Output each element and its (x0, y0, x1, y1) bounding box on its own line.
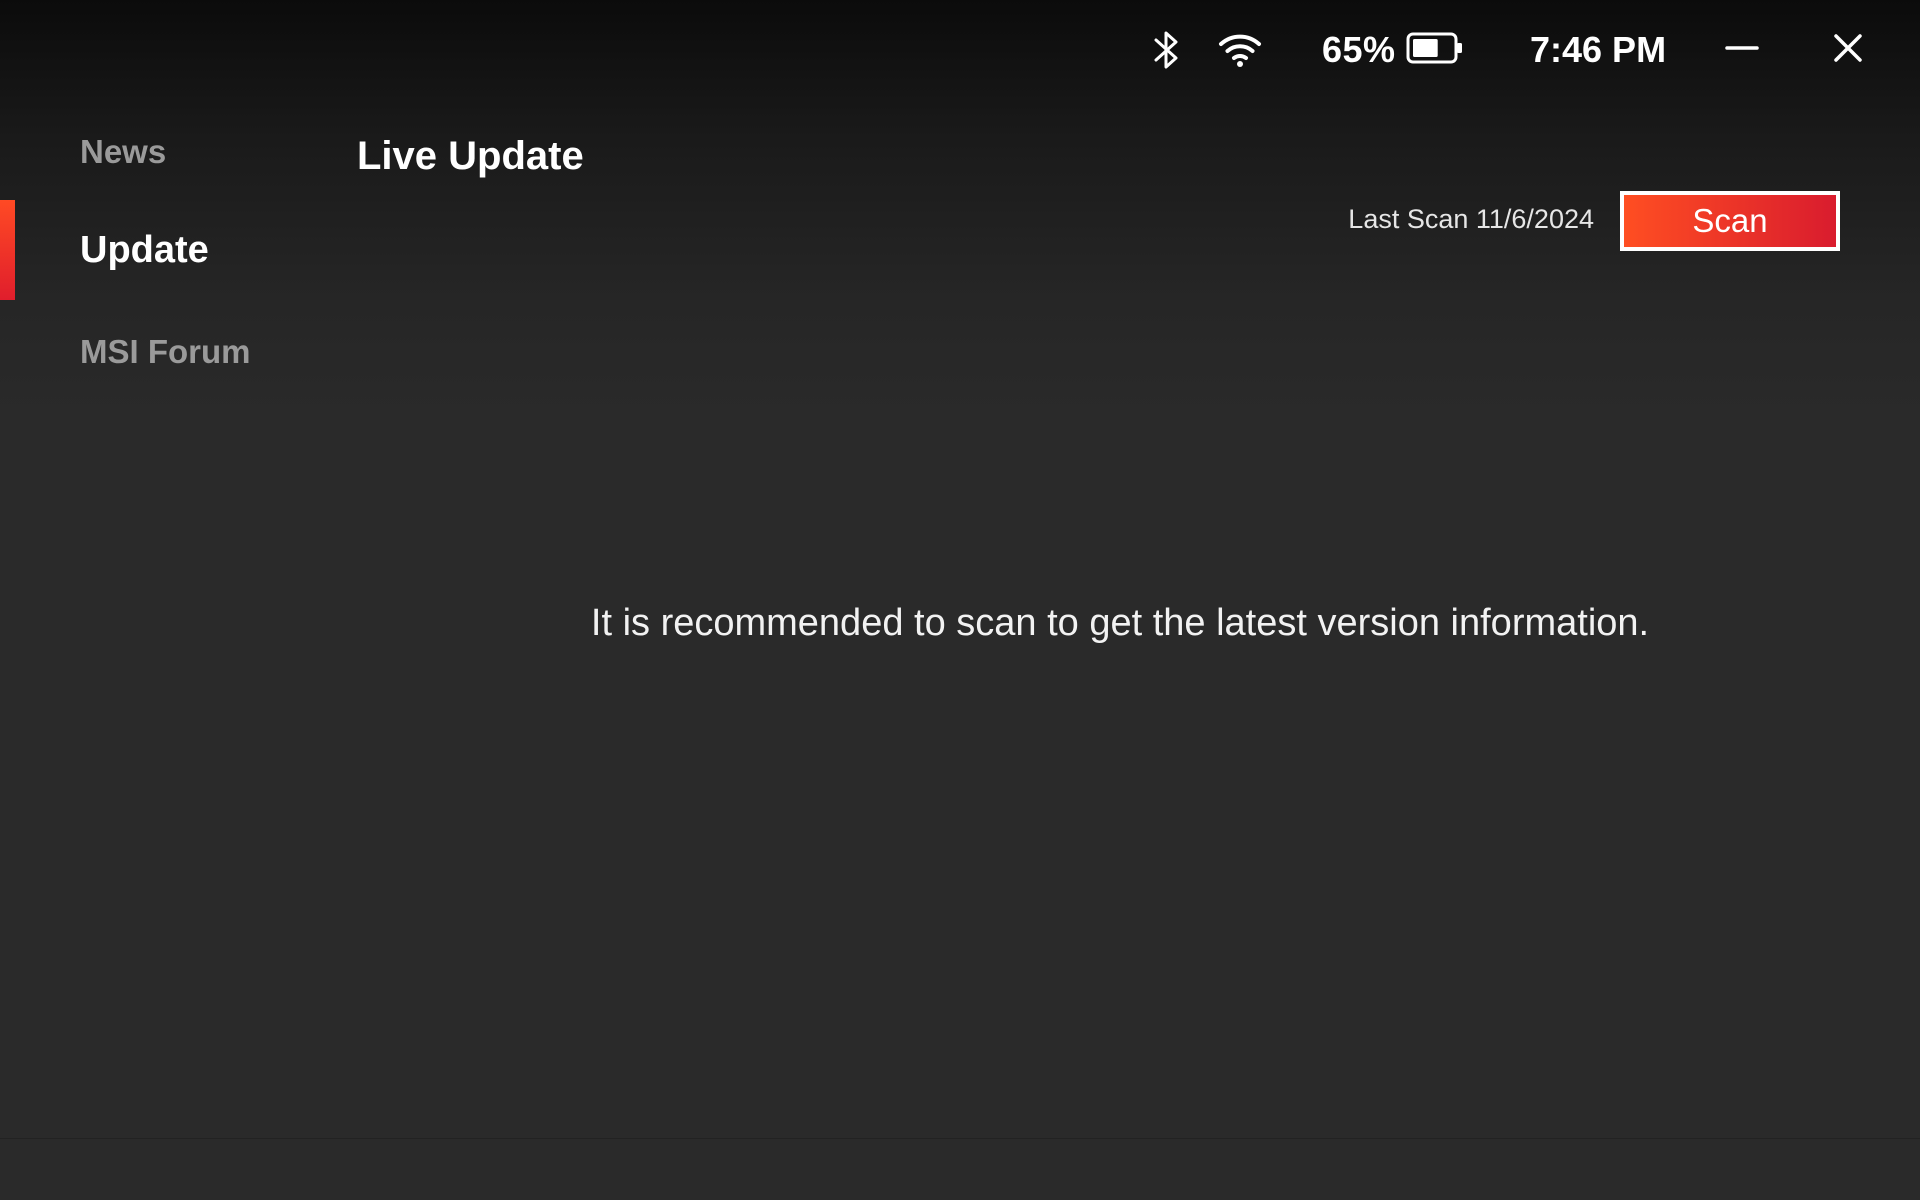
live-update-window: 65% 7:46 PM News Update MSI Forum Live U… (0, 0, 1920, 1200)
scan-button[interactable]: Scan (1620, 191, 1840, 251)
close-icon (1831, 31, 1865, 70)
sidebar-item-msi-forum[interactable]: MSI Forum (0, 302, 320, 402)
sidebar-item-label: MSI Forum (80, 333, 251, 370)
minimize-button[interactable] (1710, 18, 1774, 82)
sidebar-item-label: Update (80, 228, 209, 271)
minimize-icon (1725, 31, 1759, 70)
active-indicator (0, 200, 15, 300)
close-button[interactable] (1816, 18, 1880, 82)
wifi-icon[interactable] (1218, 32, 1262, 68)
sidebar-nav: News Update MSI Forum (0, 100, 320, 400)
battery-status[interactable]: 65% (1322, 29, 1464, 71)
bottom-divider (0, 1138, 1920, 1139)
sidebar-item-news[interactable]: News (0, 102, 320, 202)
scan-recommendation-message: It is recommended to scan to get the lat… (590, 602, 1650, 644)
page-title: Live Update (357, 134, 584, 178)
sidebar-item-update[interactable]: Update (0, 200, 320, 300)
last-scan-date: Last Scan 11/6/2024 (1348, 204, 1594, 234)
clock: 7:46 PM (1530, 29, 1667, 70)
bluetooth-icon[interactable] (1152, 28, 1182, 72)
battery-percent: 65% (1322, 29, 1396, 70)
sidebar-item-label: News (80, 133, 167, 170)
status-bar: 65% 7:46 PM (0, 0, 1920, 100)
battery-icon (1406, 31, 1464, 70)
